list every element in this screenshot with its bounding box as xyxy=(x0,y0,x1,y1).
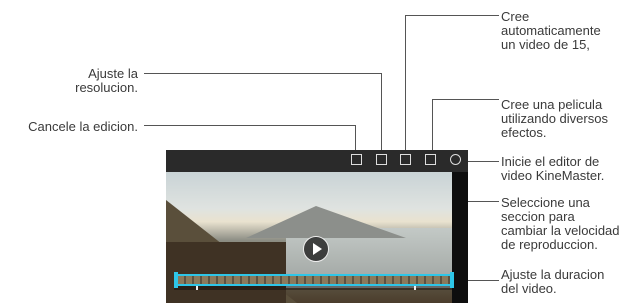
leader-kinemaster xyxy=(468,161,499,162)
callout-resolution: Ajuste la resolucion. xyxy=(75,66,138,95)
callout-kinemaster: Inicie el editor de video KineMaster. xyxy=(501,154,605,183)
cancel-icon[interactable] xyxy=(351,154,362,165)
trim-end-handle[interactable] xyxy=(450,272,454,288)
leader-resolution xyxy=(144,73,381,74)
timeline-filmstrip[interactable] xyxy=(176,274,452,286)
callout-cancel: Cancele la edicion. xyxy=(28,119,138,134)
highlight-icon[interactable] xyxy=(400,154,411,165)
leader-movie-v xyxy=(432,99,433,155)
leader-auto-video-v xyxy=(405,15,406,155)
leader-resolution-v xyxy=(381,73,382,155)
movie-icon[interactable] xyxy=(425,154,436,165)
editor-toolbar xyxy=(166,150,468,172)
video-editor-screen xyxy=(166,150,468,303)
leader-movie xyxy=(432,99,499,100)
callout-speed: Seleccione una seccion para cambiar la v… xyxy=(501,195,620,252)
leader-auto-video xyxy=(405,15,499,16)
leader-cancel xyxy=(144,125,355,126)
play-button[interactable] xyxy=(303,236,329,262)
callout-auto-video: Cree automaticamente un video de 15, xyxy=(501,9,601,52)
kinemaster-icon[interactable] xyxy=(450,154,461,165)
side-panel xyxy=(452,172,468,303)
trim-start-handle[interactable] xyxy=(174,272,178,288)
resolution-icon[interactable] xyxy=(376,154,387,165)
foreground-rocks xyxy=(166,242,286,303)
leader-duration xyxy=(468,280,499,281)
callout-movie: Cree una pelicula utilizando diversos ef… xyxy=(501,97,608,140)
callout-duration: Ajuste la duracion del video. xyxy=(501,267,605,296)
